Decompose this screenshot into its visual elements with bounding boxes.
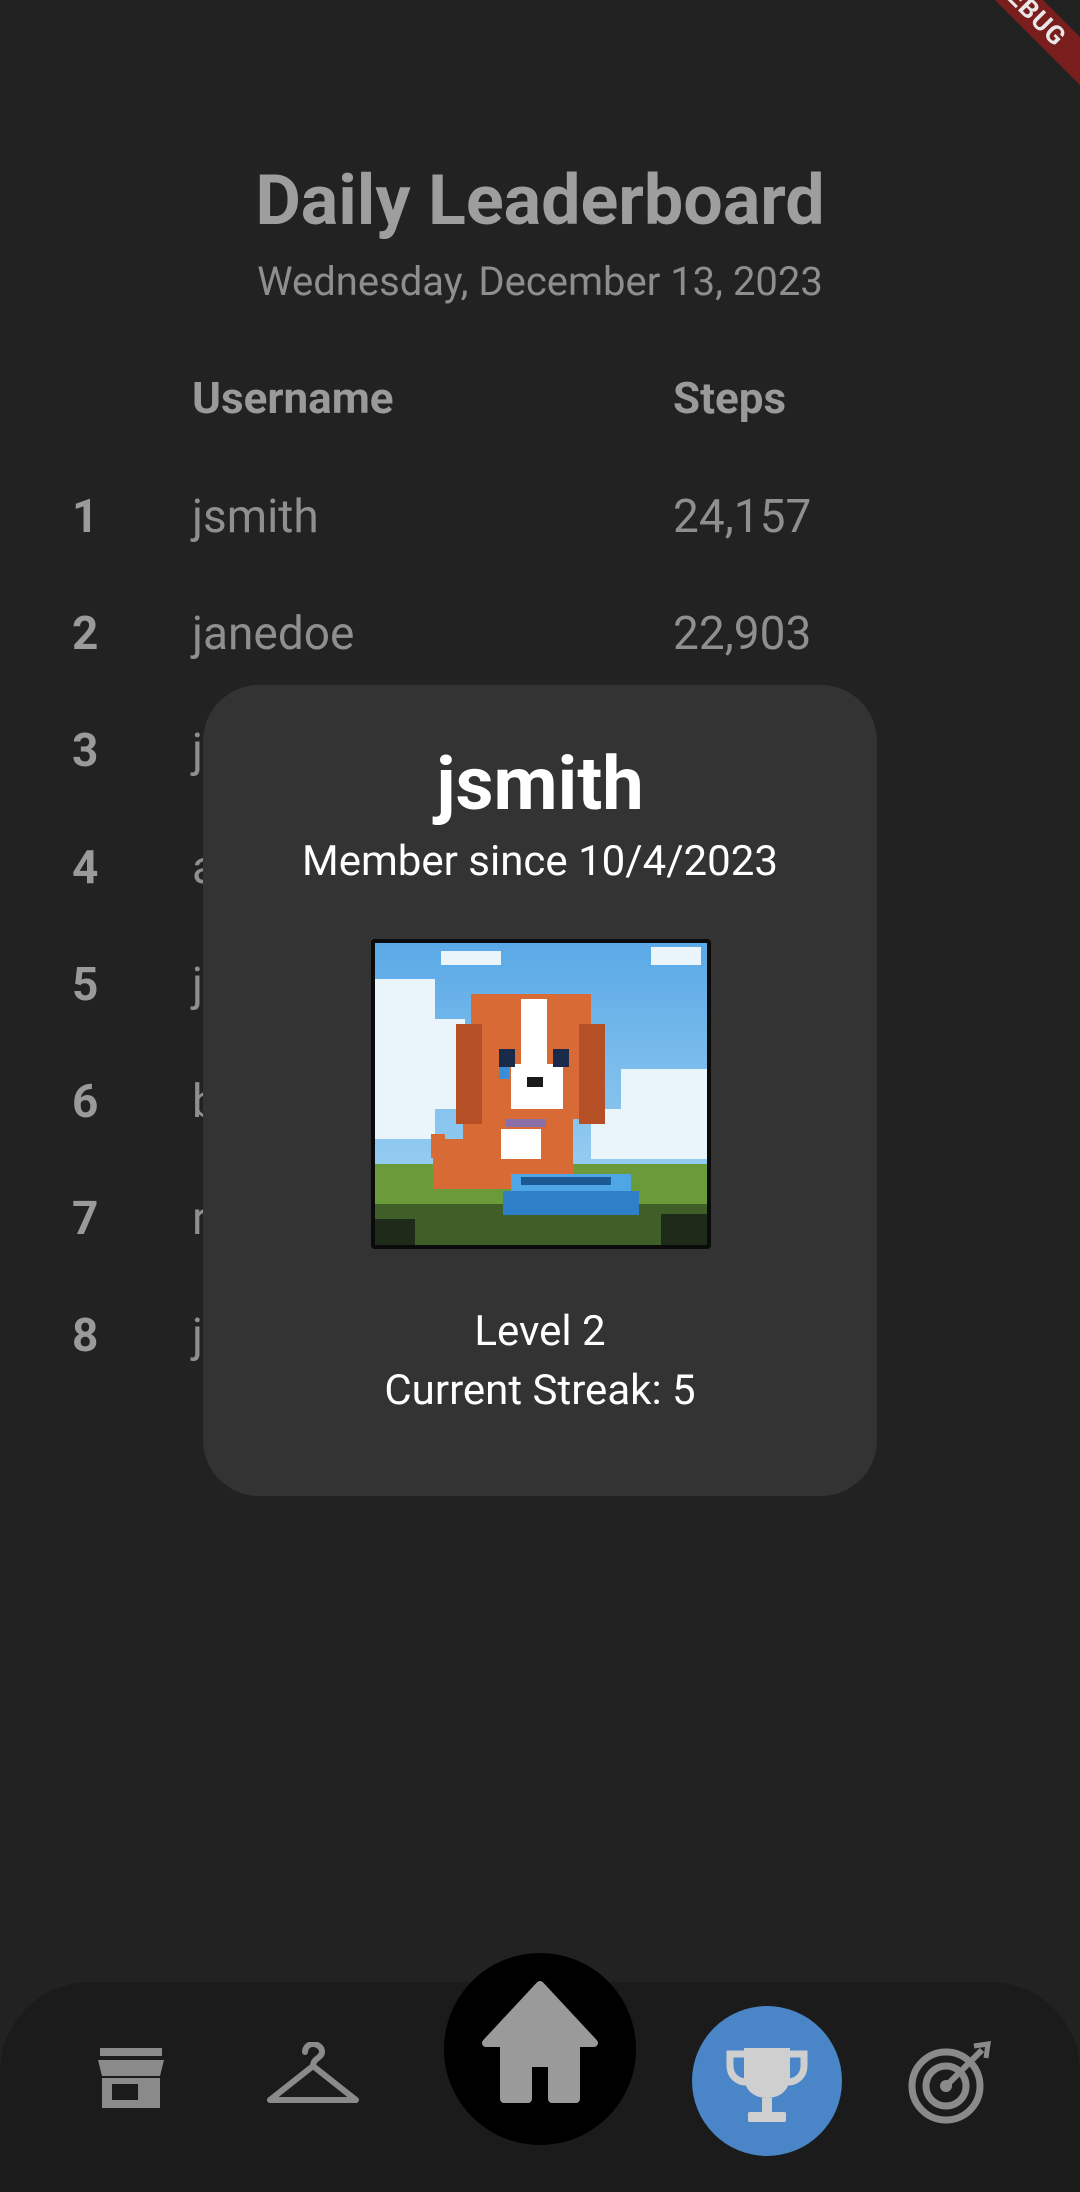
rank-number: 8	[72, 1309, 99, 1363]
page-title: Daily Leaderboard	[255, 160, 825, 242]
target-icon[interactable]	[906, 2040, 992, 2130]
profile-popup[interactable]: jsmith Member since 10/4/2023 Level 2 Cu…	[203, 685, 877, 1496]
rank-number: 5	[72, 958, 99, 1012]
trophy-icon	[726, 2048, 808, 2122]
member-since-text: Member since 10/4/2023	[302, 837, 778, 886]
streak-text: Current Streak: 5	[384, 1366, 696, 1415]
rank-number: 2	[72, 607, 99, 661]
column-header-username: Username	[192, 372, 394, 424]
table-row[interactable]: 1 jsmith 24,157	[0, 490, 1080, 570]
rank-number: 1	[72, 490, 99, 544]
store-icon[interactable]	[96, 2046, 166, 2114]
date-subtitle: Wednesday, December 13, 2023	[257, 258, 823, 305]
table-row[interactable]: 2 janedoe 22,903	[0, 607, 1080, 687]
popup-username: jsmith	[436, 741, 644, 828]
rank-number: 6	[72, 1075, 99, 1129]
username-cell: j	[192, 1309, 204, 1363]
username-cell: j	[192, 724, 204, 778]
home-icon	[482, 1981, 598, 2103]
steps-cell: 24,157	[673, 490, 812, 544]
username-cell: jsmith	[192, 490, 319, 544]
username-cell: j	[192, 958, 204, 1012]
debug-banner: DEBUG	[947, 0, 1080, 94]
rank-number: 4	[72, 841, 99, 895]
rank-number: 3	[72, 724, 99, 778]
column-header-steps: Steps	[673, 372, 787, 424]
home-button[interactable]	[444, 1953, 636, 2145]
hanger-icon[interactable]	[266, 2040, 360, 2116]
username-cell: janedoe	[192, 607, 355, 661]
leaderboard-button[interactable]	[692, 2006, 842, 2156]
steps-cell: 22,903	[673, 607, 812, 661]
rank-number: 7	[72, 1192, 99, 1246]
level-text: Level 2	[474, 1307, 606, 1356]
pixel-dog-avatar	[371, 939, 711, 1249]
